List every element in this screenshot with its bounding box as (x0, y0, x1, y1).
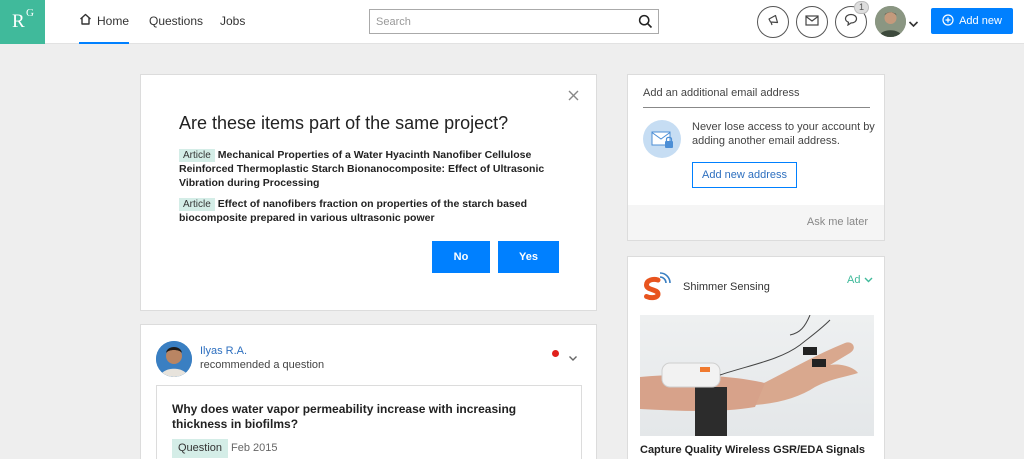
divider (643, 107, 870, 108)
project-question-title: Are these items part of the same project… (179, 113, 509, 133)
author-avatar[interactable] (156, 341, 192, 377)
email-card-title: Add an additional email address (643, 87, 800, 99)
question-title-link[interactable]: Why does water vapor permeability increa… (172, 402, 567, 432)
feed-card: Ilyas R.A. recommended a question Why do… (140, 324, 597, 459)
project-item[interactable]: Article Effect of nanofibers fraction on … (179, 197, 549, 225)
project-item[interactable]: Article Mechanical Properties of a Water … (179, 148, 549, 190)
email-lock-icon (643, 120, 681, 158)
chevron-down-icon[interactable] (568, 349, 578, 367)
close-icon[interactable] (568, 89, 579, 105)
top-navigation-bar: R G Home Questions Jobs 1 (0, 0, 1024, 44)
email-card-footer: Ask me later (628, 205, 884, 240)
ask-me-later-link[interactable]: Ask me later (807, 216, 868, 228)
nav-questions[interactable]: Questions (149, 0, 203, 44)
notification-count-badge: 1 (854, 1, 869, 14)
question-date: Feb 2015 (231, 442, 278, 454)
chevron-down-icon[interactable] (908, 15, 919, 33)
plus-circle-icon (942, 13, 954, 29)
advertiser-name[interactable]: Shimmer Sensing (683, 281, 770, 293)
article-tag: Article (179, 198, 215, 211)
logo-letter-r: R (12, 11, 25, 32)
add-new-label: Add new (959, 15, 1002, 27)
email-card-description: Never lose access to your account by add… (692, 121, 875, 147)
unread-indicator (552, 350, 559, 357)
question-preview[interactable]: Why does water vapor permeability increa… (156, 385, 582, 459)
user-avatar[interactable] (875, 6, 906, 37)
add-new-button[interactable]: Add new (931, 8, 1013, 34)
logo-letter-g: G (26, 7, 34, 19)
ad-headline[interactable]: Capture Quality Wireless GSR/EDA Signals (640, 444, 865, 456)
envelope-icon (805, 13, 819, 31)
messages-button[interactable] (796, 6, 828, 38)
same-project-card: Are these items part of the same project… (140, 74, 597, 311)
author-name-link[interactable]: Ilyas R.A. (200, 345, 247, 357)
add-new-address-button[interactable]: Add new address (692, 162, 797, 188)
no-button[interactable]: No (432, 241, 490, 273)
search-input[interactable] (370, 10, 620, 33)
article-tag: Article (179, 149, 215, 162)
shimmer-logo-icon[interactable] (640, 269, 676, 305)
yes-button[interactable]: Yes (498, 241, 559, 273)
researchgate-logo[interactable]: R G (0, 0, 45, 44)
add-email-card: Add an additional email address Never lo… (627, 74, 885, 241)
project-item-title: Mechanical Properties of a Water Hyacint… (179, 149, 545, 189)
megaphone-icon (766, 13, 780, 32)
announcements-button[interactable] (757, 6, 789, 38)
speech-bubble-icon (844, 13, 858, 31)
chevron-down-icon (864, 277, 873, 283)
nav-home-label: Home (97, 14, 130, 28)
feed-action-text: recommended a question (200, 359, 325, 371)
nav-jobs[interactable]: Jobs (220, 0, 245, 44)
nav-home[interactable]: Home (79, 0, 130, 44)
question-tag: Question (172, 439, 229, 458)
home-icon (79, 0, 92, 42)
project-item-title: Effect of nanofibers fraction on propert… (179, 198, 528, 224)
ad-product-image[interactable] (640, 315, 874, 436)
search-box (369, 9, 659, 34)
search-icon[interactable] (638, 14, 653, 34)
ad-label-text: Ad (847, 274, 861, 286)
ad-label[interactable]: Ad (847, 274, 873, 286)
advertisement-card: Shimmer Sensing Ad Capture Quality Wirel… (627, 256, 885, 459)
